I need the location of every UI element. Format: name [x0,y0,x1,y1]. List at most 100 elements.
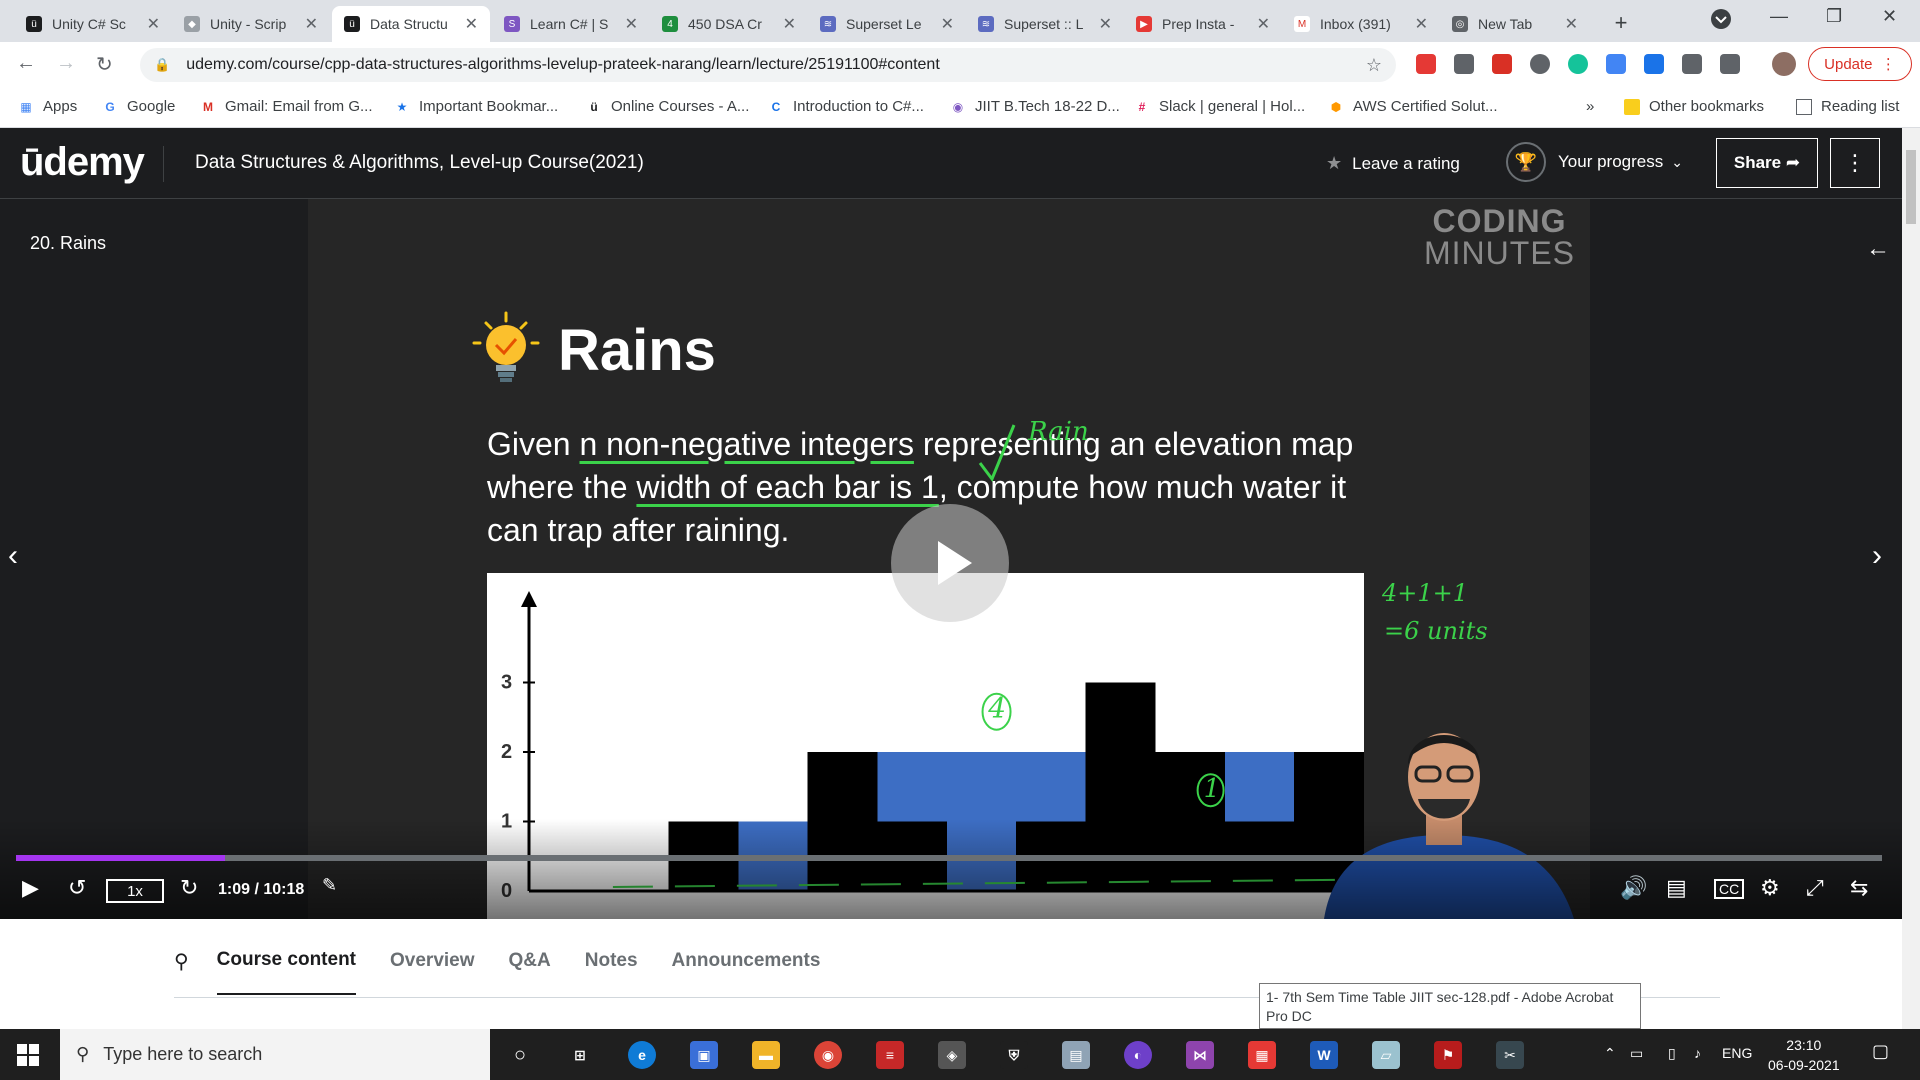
tab-search-icon[interactable] [1710,8,1732,35]
course-title[interactable]: Data Structures & Algorithms, Level-up C… [195,152,644,174]
tab-close-icon[interactable]: ✕ [783,14,796,34]
tab-overview[interactable]: Overview [390,950,475,972]
new-tab-button[interactable]: + [1606,8,1636,38]
next-lecture-arrow[interactable]: › [1872,539,1882,573]
add-note-icon[interactable]: ✎ [322,875,337,896]
extensions-puzzle-icon[interactable] [1682,54,1702,74]
video-player[interactable]: 20. Rains CODING MINUTES Rains Given n n… [0,199,1902,919]
tab-close-icon[interactable]: ✕ [465,14,478,34]
browser-tab[interactable]: 4 450 DSA Cr ✕ [650,6,808,42]
expand-sidebar-arrow[interactable]: ← [1866,235,1890,263]
tray-chevron-icon[interactable]: ⌃ [1604,1045,1616,1062]
volume-icon[interactable]: 🔊 [1620,875,1647,901]
browser-tab[interactable]: M Inbox (391) ✕ [1282,6,1440,42]
ext-icon[interactable] [1454,54,1474,74]
pdf-ext-icon[interactable] [1492,54,1512,74]
edge-icon[interactable]: e [628,1041,656,1069]
windows-start-icon[interactable] [14,1041,42,1069]
forward-icon[interactable]: → [56,52,76,75]
leave-rating-button[interactable]: ★ Leave a rating [1326,153,1460,174]
minimize-icon[interactable]: — [1770,6,1788,27]
zoom-ext-icon[interactable] [1606,54,1626,74]
expanded-view-icon[interactable]: ⇆ [1850,875,1868,901]
transcript-icon[interactable]: ▤ [1666,875,1687,901]
profile-avatar[interactable] [1772,52,1796,76]
tab-notes[interactable]: Notes [585,950,638,972]
cortana-icon[interactable]: ○ [506,1041,534,1069]
share-button[interactable]: Share ➦ [1716,138,1818,188]
scrollbar-thumb[interactable] [1906,150,1916,224]
bookmark-item[interactable]: M Gmail: Email from G... [200,98,373,115]
network-icon[interactable]: ▯ [1668,1045,1676,1062]
ext-v-icon[interactable] [1644,54,1664,74]
browser-tab[interactable]: ▶ Prep Insta - ✕ [1124,6,1282,42]
bookmark-item[interactable]: ü Online Courses - A... [586,98,749,115]
captions-icon[interactable]: CC [1714,879,1745,899]
visual-studio-icon[interactable]: ⋈ [1186,1041,1214,1069]
browser-tab[interactable]: ≋ Superset Le ✕ [808,6,966,42]
acrobat-icon[interactable]: ⚑ [1434,1041,1462,1069]
bookmark-item[interactable]: ⬢ AWS Certified Solut... [1328,98,1498,115]
settings-gear-icon[interactable]: ⚙ [1760,875,1780,901]
page-scrollbar[interactable] [1902,128,1920,1029]
progress-scrubber[interactable] [16,855,1882,861]
unity-icon[interactable]: ◈ [938,1041,966,1069]
media-icon[interactable] [1720,54,1740,74]
tab-announcements[interactable]: Announcements [672,950,821,972]
tab-course-content[interactable]: Course content [216,949,357,995]
previous-lecture-arrow[interactable]: ‹ [8,539,18,573]
winrar-icon[interactable]: ▦ [1248,1041,1276,1069]
ext-clock-icon[interactable] [1530,54,1550,74]
security-shield-icon[interactable]: ⛨ [1000,1041,1028,1069]
snip-tool-icon[interactable]: ✂ [1496,1041,1524,1069]
your-progress-button[interactable]: 🏆 Your progress ⌄ [1506,142,1683,182]
bookmark-star-icon[interactable]: ☆ [1366,55,1382,76]
bookmark-item[interactable]: ▦ Apps [18,98,77,115]
tab-close-icon[interactable]: ✕ [305,14,318,34]
browser-tab[interactable]: ü Data Structu ✕ [332,6,490,42]
notifications-icon[interactable]: ▢ [1872,1041,1889,1062]
tab-qa[interactable]: Q&A [509,950,551,972]
play-button[interactable]: ▶ [22,875,39,901]
battery-icon[interactable]: ▭ [1630,1045,1643,1062]
other-bookmarks[interactable]: Other bookmarks [1624,98,1764,115]
github-icon[interactable]: ◐ [1124,1041,1152,1069]
browser-tab[interactable]: ◆ Unity - Scrip ✕ [172,6,330,42]
reload-icon[interactable]: ↻ [96,52,113,77]
close-window-icon[interactable]: ✕ [1882,6,1897,27]
search-icon[interactable]: ⚲ [174,949,189,974]
reading-list[interactable]: Reading list [1796,98,1899,115]
language-indicator[interactable]: ENG [1722,1045,1752,1061]
browser-tab[interactable]: S Learn C# | S ✕ [492,6,650,42]
tab-close-icon[interactable]: ✕ [941,14,954,34]
app-gray-icon[interactable]: ▤ [1062,1041,1090,1069]
store-icon[interactable]: ▣ [690,1041,718,1069]
tab-close-icon[interactable]: ✕ [147,14,160,34]
udemy-logo[interactable]: ūdemy [20,140,145,185]
bookmark-item[interactable]: G Google [102,98,175,115]
tab-close-icon[interactable]: ✕ [1099,14,1112,34]
volume-tray-icon[interactable]: ♪ [1694,1045,1701,1061]
play-overlay-button[interactable] [891,504,1009,622]
rewind-5-icon[interactable]: ↺ [68,875,86,901]
forward-5-icon[interactable]: ↻ [180,875,198,901]
taskbar-clock[interactable]: 23:10 06-09-2021 [1768,1035,1840,1075]
bookmark-item[interactable]: C Introduction to C#... [768,98,924,115]
playback-speed-button[interactable]: 1x [106,879,164,903]
word-icon[interactable]: W [1310,1041,1338,1069]
address-bar[interactable]: 🔒 udemy.com/course/cpp-data-structures-a… [140,48,1396,82]
grammarly-icon[interactable] [1568,54,1588,74]
taskbar-search-input[interactable]: ⚲ Type here to search [60,1029,490,1080]
tab-close-icon[interactable]: ✕ [1415,14,1428,34]
notepad-icon[interactable]: ▱ [1372,1041,1400,1069]
more-options-button[interactable]: ⋮ [1830,138,1880,188]
chrome-icon[interactable]: ◉ [814,1041,842,1069]
task-view-icon[interactable]: ⊞ [566,1041,594,1069]
bookmarks-overflow[interactable]: » [1586,98,1594,115]
fullscreen-icon[interactable]: ⤢ [1806,875,1824,901]
app-red-icon[interactable]: ≡ [876,1041,904,1069]
file-explorer-icon[interactable]: ▬ [752,1041,780,1069]
pocket-ext-icon[interactable] [1416,54,1436,74]
tab-close-icon[interactable]: ✕ [625,14,638,34]
browser-tab[interactable]: ≋ Superset :: L ✕ [966,6,1124,42]
